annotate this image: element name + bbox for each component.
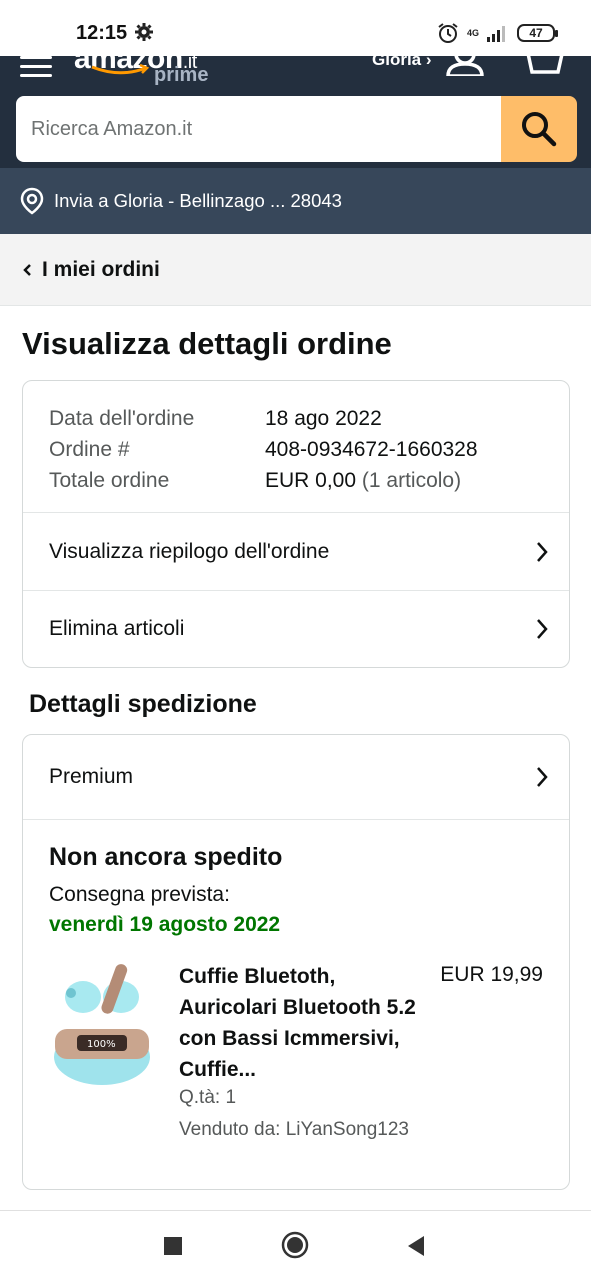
order-summary-label: Visualizza riepilogo dell'ordine	[49, 539, 330, 563]
order-number-row: Ordine # 408-0934672-1660328	[49, 434, 543, 465]
account-icon[interactable]	[444, 56, 486, 76]
order-number-key: Ordine #	[49, 438, 130, 461]
chevron-right-icon	[537, 541, 548, 562]
svg-text:100%: 100%	[87, 1039, 116, 1050]
delete-items-label: Elimina articoli	[49, 617, 185, 640]
chevron-left-icon	[23, 263, 31, 276]
product-quantity: Q.tà: 1	[179, 1087, 237, 1108]
system-nav-bar	[0, 1210, 591, 1280]
recents-square-icon[interactable]	[164, 1237, 182, 1255]
product-image[interactable]: 100%	[47, 957, 157, 1097]
breadcrumb-label: I miei ordini	[42, 257, 160, 281]
shipping-method-row[interactable]: Premium	[23, 735, 569, 820]
order-info-block: Data dell'ordine 18 ago 2022 Ordine # 40…	[23, 381, 569, 513]
chevron-right-icon	[537, 767, 548, 787]
account-greeting[interactable]: Gloria ›	[372, 56, 432, 70]
deliver-to-text: Invia a Gloria - Bellinzago ... 28043	[54, 190, 342, 211]
network-type: 4G	[466, 28, 479, 38]
order-total-amount: EUR 0,00	[265, 469, 357, 492]
deliver-to-bar[interactable]: Invia a Gloria - Bellinzago ... 28043	[0, 168, 591, 234]
menu-icon[interactable]	[20, 56, 52, 77]
product-seller: Venduto da: LiYanSong123	[179, 1119, 409, 1140]
order-summary-link[interactable]: Visualizza riepilogo dell'ordine	[23, 513, 569, 590]
logo-smile-icon	[91, 64, 150, 75]
order-number-value: 408-0934672-1660328	[265, 438, 478, 461]
home-circle-icon[interactable]	[281, 1231, 309, 1259]
shipping-section-title: Dettagli spedizione	[29, 690, 257, 718]
status-time: 12:15	[76, 22, 128, 44]
prime-label: prime	[154, 64, 209, 86]
order-total-count: (1 articolo)	[361, 469, 462, 492]
order-date-value: 18 ago 2022	[265, 407, 382, 430]
delivery-label: Consegna prevista:	[49, 883, 230, 906]
shipping-method-label: Premium	[49, 765, 134, 788]
search-bar	[16, 96, 577, 162]
signal-icon	[487, 26, 505, 42]
cart-icon[interactable]	[516, 56, 564, 78]
back-triangle-icon[interactable]	[406, 1235, 426, 1257]
delete-items-link[interactable]: Elimina articoli	[23, 590, 569, 667]
chevron-right-icon	[537, 619, 548, 639]
product-price: EUR 19,99	[440, 963, 543, 986]
order-total-row: Totale ordine EUR 0,00 (1 articolo)	[49, 465, 543, 496]
order-info-card: Data dell'ordine 18 ago 2022 Ordine # 40…	[22, 380, 570, 668]
shipping-card: Premium Non ancora spedito Consegna prev…	[22, 734, 570, 1190]
delivery-date: venerdì 19 agosto 2022	[49, 913, 281, 936]
alarm-icon	[438, 23, 458, 43]
order-date-key: Data dell'ordine	[49, 407, 195, 430]
search-icon	[522, 112, 557, 147]
app-header: amazon.it prime Gloria ›	[0, 56, 591, 168]
battery-icon: 47	[517, 24, 558, 42]
product-title[interactable]: Cuffie Bluetoth, Auricolari Bluetooth 5.…	[179, 961, 419, 1085]
order-total-value: EUR 0,00 (1 articolo)	[265, 465, 461, 496]
order-total-key: Totale ordine	[49, 469, 170, 492]
status-bar: 12:15 4G 47	[0, 0, 591, 56]
shipment-status: Non ancora spedito	[49, 843, 283, 871]
settings-gear-icon	[135, 23, 153, 41]
order-date-row: Data dell'ordine 18 ago 2022	[49, 403, 543, 434]
breadcrumb[interactable]: I miei ordini	[0, 234, 591, 306]
search-input[interactable]	[16, 96, 506, 162]
search-button[interactable]	[501, 96, 577, 162]
page-title: Visualizza dettagli ordine	[22, 326, 392, 361]
location-pin-icon	[20, 187, 44, 215]
